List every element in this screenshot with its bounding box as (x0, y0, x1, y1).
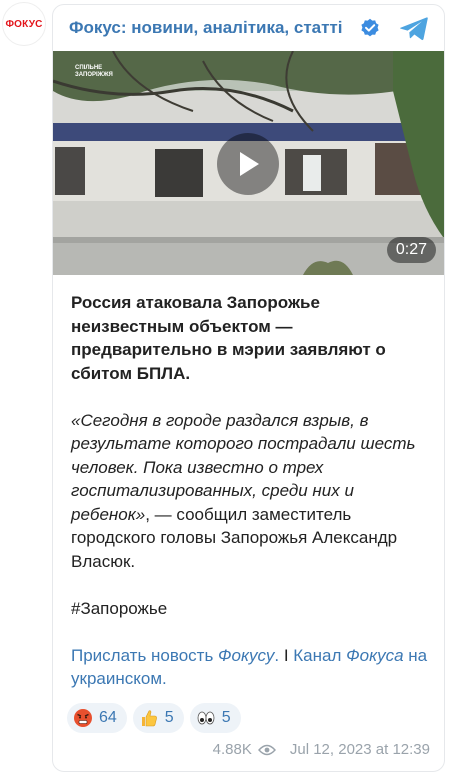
channel-avatar[interactable]: ФОКУС (2, 2, 46, 46)
eyes-emoji-icon (197, 711, 215, 725)
link-separator: I (279, 645, 294, 665)
video-watermark: СПІЛЬНЕ ЗАПОРІЖЖЯ (75, 65, 113, 78)
channel-name-link[interactable]: Фокус: новини, аналітика, статті (69, 18, 343, 38)
reaction-angry[interactable]: 64 (67, 703, 127, 733)
post-headline: Россия атаковала Запорожье неизвестным о… (71, 293, 386, 383)
reaction-thumbs-up[interactable]: 5 (132, 703, 184, 733)
send-news-link[interactable]: Прислать новость Фокусу. (71, 646, 279, 665)
post-card: Фокус: новини, аналітика, статті СПІЛЬНЕ… (52, 4, 445, 772)
hashtag-link[interactable]: #Запорожье (71, 597, 431, 621)
post-header: Фокус: новини, аналітика, статті (53, 5, 444, 51)
reaction-count: 64 (99, 709, 117, 726)
reaction-eyes[interactable]: 5 (189, 703, 241, 733)
video-duration: 0:27 (386, 237, 436, 263)
post-links: Прислать новость Фокусу. I Канал Фокуса … (71, 644, 431, 691)
post-footer: 4.88K Jul 12, 2023 at 12:39 (213, 741, 430, 758)
post-quote: «Сегодня в городе раздался взрыв, в резу… (71, 409, 431, 574)
play-icon (240, 152, 259, 176)
reactions-bar: 64 5 5 (67, 703, 241, 733)
post-text: Россия атаковала Запорожье неизвестным о… (71, 291, 431, 691)
angry-face-emoji-icon (74, 709, 92, 727)
reaction-count: 5 (164, 709, 174, 726)
play-button[interactable] (217, 133, 279, 195)
view-count: 4.88K (212, 741, 252, 758)
avatar-logo-text: ФОКУС (5, 18, 43, 30)
reaction-count: 5 (221, 709, 231, 726)
post-date[interactable]: Jul 12, 2023 at 12:39 (290, 741, 430, 758)
eye-icon (257, 744, 276, 755)
telegram-icon[interactable] (399, 16, 429, 42)
thumbs-up-emoji-icon (141, 710, 157, 727)
video-player[interactable]: СПІЛЬНЕ ЗАПОРІЖЖЯ 0:27 (53, 51, 444, 275)
verified-badge-icon (361, 18, 379, 37)
